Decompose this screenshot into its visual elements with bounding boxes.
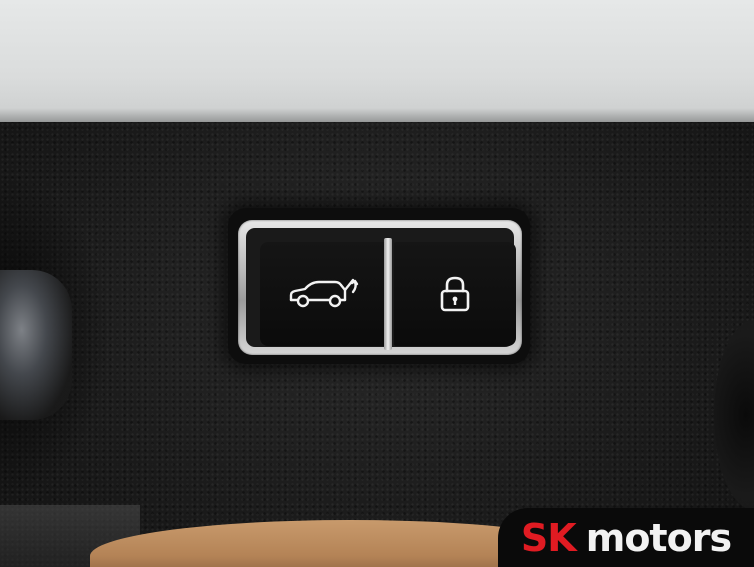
- suv-tailgate-open-icon: [289, 278, 359, 308]
- switch-bezel: [238, 220, 522, 355]
- lock-button[interactable]: [394, 242, 516, 346]
- padlock-icon: [440, 276, 470, 312]
- power-tailgate-button[interactable]: [260, 242, 388, 346]
- grab-handle-recess: [0, 270, 72, 420]
- logo-sk-text: SK: [520, 515, 577, 560]
- photo-scene: SK motors: [0, 0, 754, 567]
- logo-motors-text: motors: [585, 515, 732, 560]
- switch-bezel-inner: [246, 228, 516, 350]
- switch-divider: [384, 238, 392, 350]
- watermark-logo: SK motors: [498, 508, 754, 567]
